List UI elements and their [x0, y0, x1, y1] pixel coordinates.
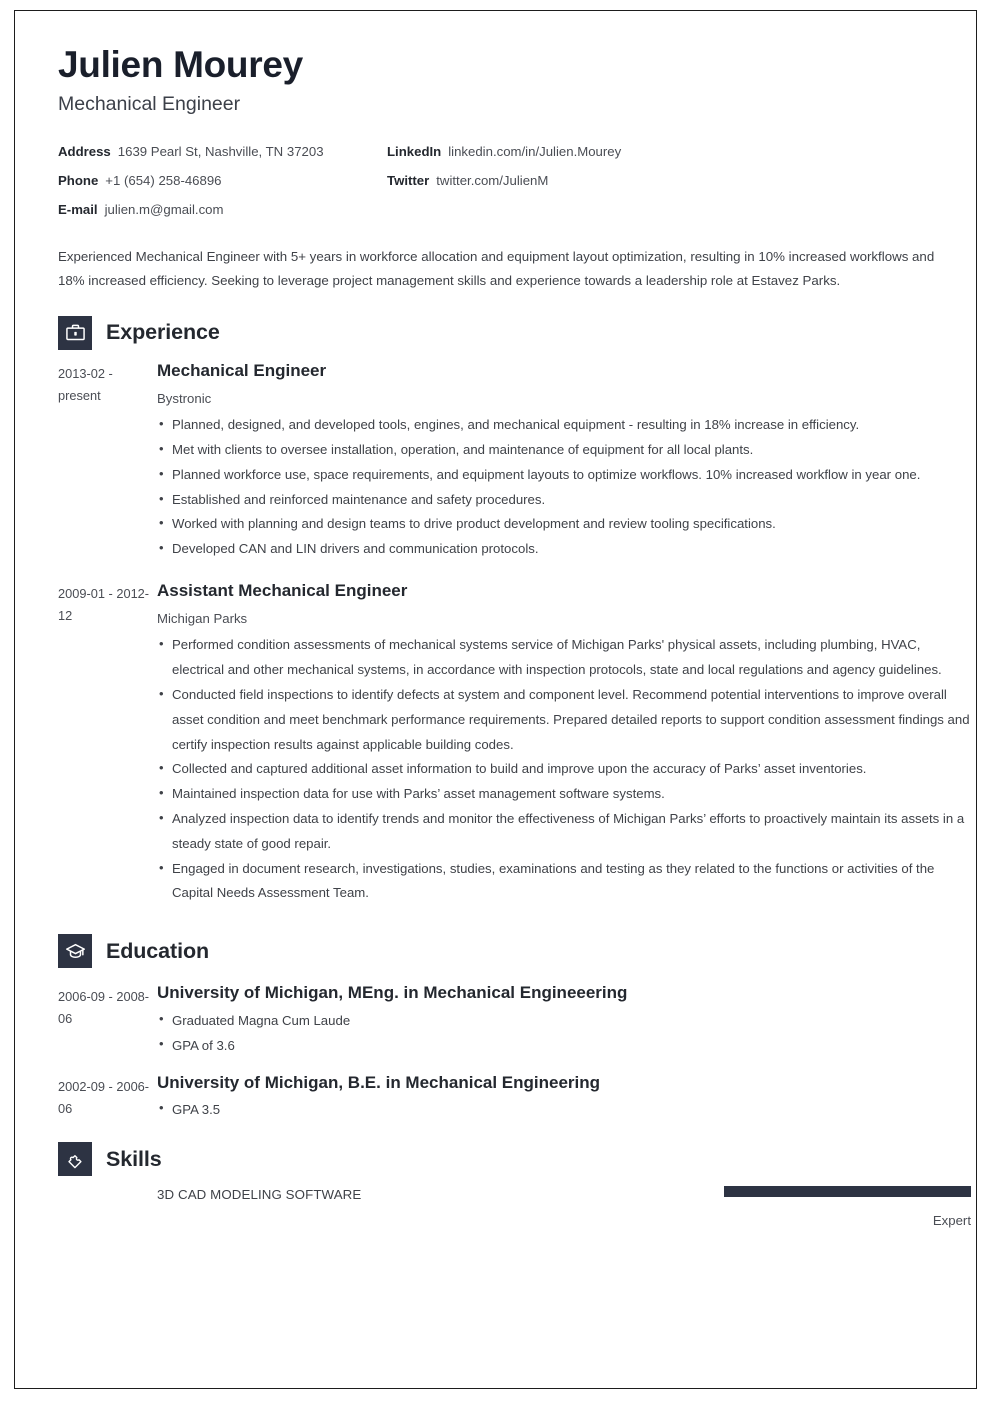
entry-bullet-list: Performed condition assessments of mecha…	[157, 632, 971, 907]
education-entry: 2006-09 - 2008-06 University of Michigan…	[58, 982, 971, 1057]
job-title-subheading: Mechanical Engineer	[58, 93, 241, 116]
skills-list: 3D CAD MODELING SOFTWARE Expert	[58, 1186, 971, 1229]
list-item: Analyzed inspection data to identify tre…	[157, 806, 971, 857]
resume-document: Julien Mourey Mechanical Engineer Addres…	[58, 44, 971, 1229]
contact-value-linkedin[interactable]: linkedin.com/in/Julien.Mourey	[448, 143, 621, 160]
entry-dates: 2006-09 - 2008-06	[58, 989, 150, 1027]
entry-bullet-list: Planned, designed, and developed tools, …	[157, 412, 971, 562]
skill-level-label: Expert	[932, 1213, 971, 1229]
entry-body: University of Michigan, MEng. in Mechani…	[157, 982, 971, 1057]
list-item: GPA 3.5	[157, 1096, 971, 1122]
contact-label-email: E-mail	[58, 202, 98, 218]
entry-body: University of Michigan, B.E. in Mechanic…	[157, 1072, 971, 1122]
contact-linkedin[interactable]: LinkedIn linkedin.com/in/Julien.Mourey	[387, 143, 621, 160]
list-item: Conducted field inspections to identify …	[157, 682, 971, 757]
list-item: Developed CAN and LIN drivers and commun…	[157, 536, 971, 562]
briefcase-icon	[58, 315, 92, 350]
entry-body: Assistant Mechanical Engineer Michigan P…	[157, 580, 971, 906]
section-header-education: Education	[58, 934, 971, 969]
entry-dates: 2002-09 - 2006-06	[58, 1078, 150, 1116]
contact-phone: Phone +1 (654) 258-46896	[58, 172, 387, 189]
list-item: Met with clients to oversee installation…	[157, 437, 971, 463]
entry-degree-title: University of Michigan, MEng. in Mechani…	[157, 983, 628, 1003]
contact-details: Address 1639 Pearl St, Nashville, TN 372…	[58, 143, 971, 218]
list-item: Collected and captured additional asset …	[157, 756, 971, 782]
experience-entry: 2013-02 - present Mechanical Engineer By…	[58, 360, 971, 562]
graduation-cap-icon	[58, 934, 92, 969]
skill-progress-track	[724, 1186, 971, 1198]
list-item: GPA of 3.6	[157, 1032, 971, 1058]
resume-page-frame: Julien Mourey Mechanical Engineer Addres…	[14, 10, 977, 1389]
list-item: Planned, designed, and developed tools, …	[157, 412, 971, 438]
section-header-experience: Experience	[58, 315, 971, 350]
contact-value-email[interactable]: julien.m@gmail.com	[105, 201, 224, 218]
entry-job-title: Assistant Mechanical Engineer	[157, 580, 408, 600]
entry-dates: 2013-02 - present	[58, 365, 113, 403]
contact-row: Address 1639 Pearl St, Nashville, TN 372…	[58, 143, 971, 160]
contact-row: E-mail julien.m@gmail.com	[58, 201, 971, 218]
contact-label-linkedin: LinkedIn	[387, 143, 442, 159]
page-title: Julien Mourey	[58, 44, 303, 85]
education-entry: 2002-09 - 2006-06 University of Michigan…	[58, 1072, 971, 1122]
list-item: Maintained inspection data for use with …	[157, 781, 971, 807]
entry-organization: Bystronic	[157, 390, 212, 406]
contact-twitter[interactable]: Twitter twitter.com/JulienM	[387, 172, 548, 189]
skill-progress-fill	[724, 1186, 971, 1198]
contact-value-phone: +1 (654) 258-46896	[105, 172, 222, 188]
section-title-skills: Skills	[106, 1146, 162, 1171]
entry-bullet-list: Graduated Magna Cum Laude GPA of 3.6	[157, 1007, 971, 1058]
skill-row: 3D CAD MODELING SOFTWARE Expert	[58, 1186, 971, 1229]
contact-row: Phone +1 (654) 258-46896 Twitter twitter…	[58, 172, 971, 189]
contact-email[interactable]: E-mail julien.m@gmail.com	[58, 201, 387, 218]
contact-address: Address 1639 Pearl St, Nashville, TN 372…	[58, 143, 387, 160]
contact-label-address: Address	[58, 143, 111, 159]
contact-label-twitter: Twitter	[387, 172, 430, 188]
contact-label-phone: Phone	[58, 172, 99, 188]
entry-bullet-list: GPA 3.5	[157, 1096, 971, 1122]
entry-degree-title: University of Michigan, B.E. in Mechanic…	[157, 1072, 601, 1092]
professional-summary: Experienced Mechanical Engineer with 5+ …	[58, 249, 935, 289]
entry-body: Mechanical Engineer Bystronic Planned, d…	[157, 360, 971, 562]
section-title-education: Education	[106, 938, 210, 963]
skill-meter: Expert	[724, 1186, 971, 1229]
puzzle-piece-icon	[58, 1142, 92, 1177]
contact-value-address: 1639 Pearl St, Nashville, TN 37203	[117, 143, 324, 159]
list-item: Worked with planning and design teams to…	[157, 511, 971, 537]
list-item: Established and reinforced maintenance a…	[157, 487, 971, 513]
experience-entry: 2009-01 - 2012-12 Assistant Mechanical E…	[58, 580, 971, 906]
list-item: Graduated Magna Cum Laude	[157, 1007, 971, 1033]
skill-name: 3D CAD MODELING SOFTWARE	[157, 1187, 362, 1203]
entry-organization: Michigan Parks	[157, 611, 248, 627]
list-item: Planned workforce use, space requirement…	[157, 462, 971, 488]
entry-job-title: Mechanical Engineer	[157, 360, 327, 380]
section-header-skills: Skills	[58, 1142, 971, 1177]
section-title-experience: Experience	[106, 320, 220, 345]
entry-dates: 2009-01 - 2012-12	[58, 585, 150, 623]
list-item: Performed condition assessments of mecha…	[157, 632, 971, 683]
list-item: Engaged in document research, investigat…	[157, 856, 971, 907]
contact-value-twitter[interactable]: twitter.com/JulienM	[436, 172, 548, 189]
